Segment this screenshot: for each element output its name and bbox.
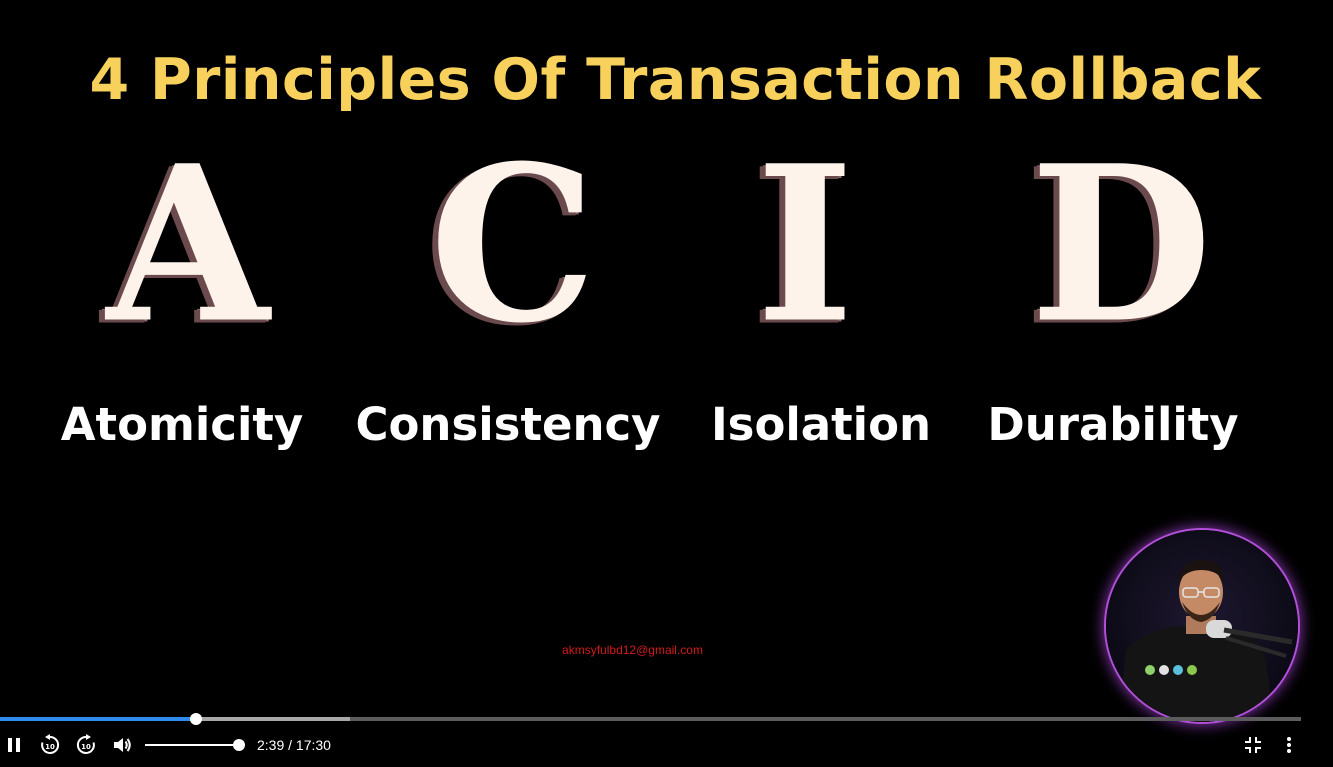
svg-text:10: 10 — [45, 743, 55, 751]
word-isolation: Isolation — [710, 398, 932, 451]
presenter-webcam — [1106, 530, 1298, 722]
acid-letter-a: A — [106, 118, 270, 371]
pause-icon — [8, 738, 20, 752]
svg-text:10: 10 — [81, 743, 91, 751]
volume-slider[interactable] — [145, 739, 245, 751]
volume-thumb[interactable] — [233, 739, 245, 751]
seek-bar[interactable] — [0, 713, 1301, 725]
presenter-figure — [1118, 560, 1293, 722]
pause-button[interactable] — [0, 731, 28, 759]
time-display: 2:39 / 17:30 — [257, 737, 331, 753]
volume-level — [145, 744, 239, 746]
exit-fullscreen-icon — [1245, 737, 1261, 753]
rewind-10-icon: 10 — [41, 734, 60, 754]
exit-fullscreen-button[interactable] — [1239, 731, 1267, 759]
acid-letter-d: D — [1030, 118, 1213, 371]
acid-letter-c: C — [429, 118, 597, 371]
word-atomicity: Atomicity — [60, 398, 304, 451]
forward-10-button[interactable]: 10 — [72, 731, 100, 759]
slide-title: 4 Principles Of Transaction Rollback — [89, 47, 1262, 113]
rewind-10-button[interactable]: 10 — [36, 731, 64, 759]
word-durability: Durability — [987, 398, 1239, 451]
acid-letter-i: I — [755, 118, 855, 371]
more-vertical-icon — [1287, 737, 1291, 753]
word-consistency: Consistency — [355, 398, 661, 451]
volume-icon — [114, 738, 131, 752]
more-options-button[interactable] — [1275, 731, 1303, 759]
seek-played — [0, 717, 196, 721]
watermark-email: akmsyfulbd12@gmail.com — [562, 643, 703, 657]
control-bar: 10 10 2:39 / 17:30 — [0, 723, 1333, 767]
forward-10-icon: 10 — [76, 734, 95, 754]
video-player[interactable]: 4 Principles Of Transaction Rollback A C… — [0, 0, 1333, 767]
video-frame[interactable]: 4 Principles Of Transaction Rollback A C… — [0, 0, 1333, 767]
volume-button[interactable] — [108, 731, 136, 759]
